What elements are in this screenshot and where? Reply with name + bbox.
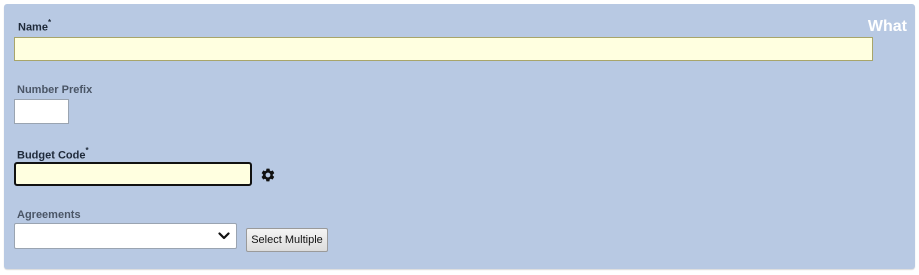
required-marker: *	[85, 146, 89, 155]
gear-icon[interactable]	[260, 167, 276, 183]
name-label-text: Name	[18, 21, 48, 34]
name-input[interactable]	[14, 37, 873, 61]
name-label: Name*	[18, 18, 52, 34]
agreements-select[interactable]	[14, 223, 237, 249]
budget-code-label-text: Budget Code	[17, 149, 86, 162]
required-marker: *	[47, 18, 52, 27]
agreements-label: Agreements	[17, 209, 81, 221]
number-prefix-label: Number Prefix	[17, 84, 93, 96]
select-multiple-button[interactable]: Select Multiple	[246, 228, 328, 252]
budget-code-input[interactable]	[14, 162, 252, 186]
budget-code-label: Budget Code*	[17, 146, 89, 162]
section-title: What	[867, 18, 907, 35]
number-prefix-input[interactable]	[14, 99, 69, 124]
form-panel: What Name* Number Prefix Budget Code* Ag…	[4, 4, 915, 269]
chevron-down-icon	[218, 232, 230, 240]
